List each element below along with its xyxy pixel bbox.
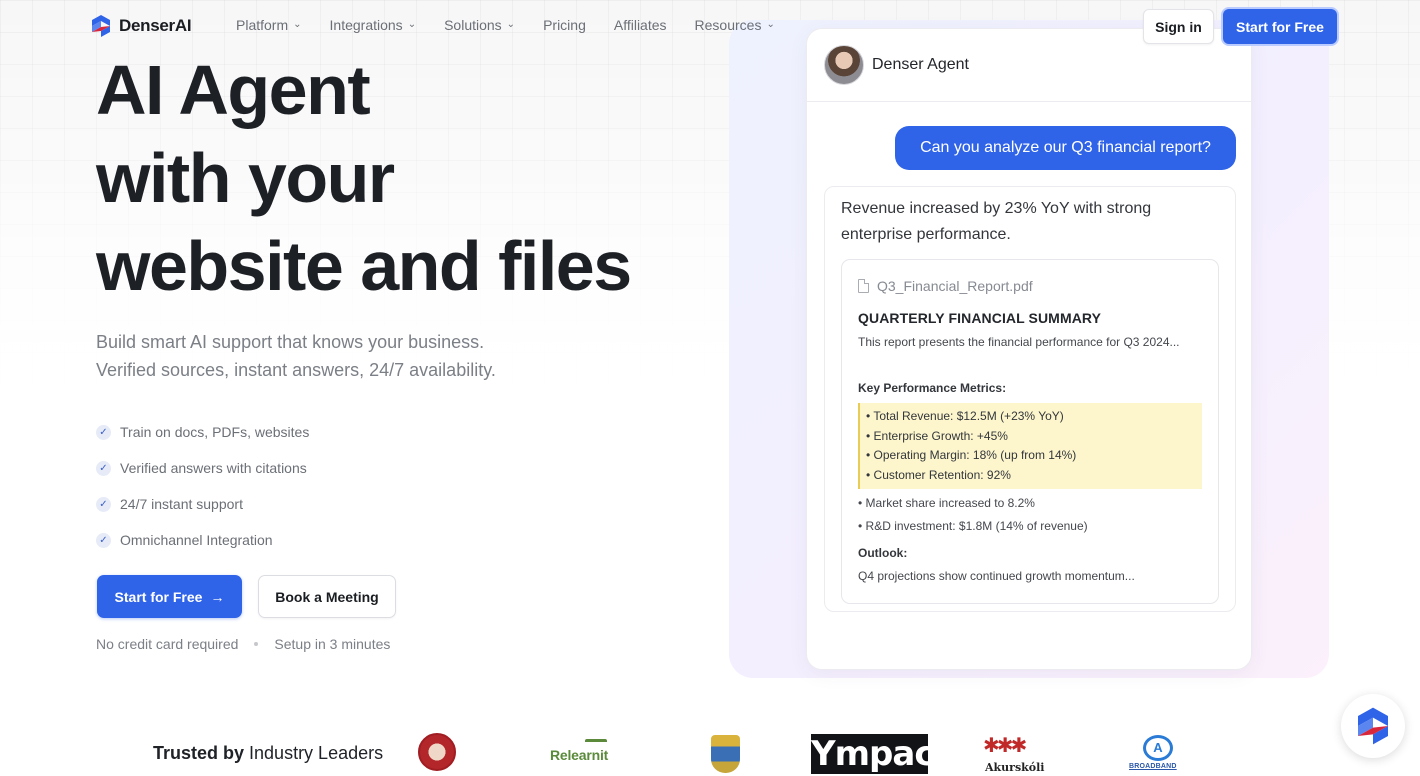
agent-reply: Revenue increased by 23% YoY with strong…	[824, 186, 1236, 612]
cta-notes: No credit card required Setup in 3 minut…	[96, 636, 390, 652]
start-free-nav-button[interactable]: Start for Free	[1223, 9, 1337, 44]
feature-item: ✓ Train on docs, PDFs, websites	[96, 414, 309, 450]
nav-resources[interactable]: Resources ⌄	[695, 17, 775, 33]
highlighted-metrics: • Total Revenue: $12.5M (+23% YoY) • Ent…	[858, 403, 1202, 489]
feature-list: ✓ Train on docs, PDFs, websites ✓ Verified…	[96, 414, 309, 558]
agent-reply-text: Revenue increased by 23% YoY with strong…	[841, 200, 1152, 243]
chat-demo-card: Denser Agent Can you analyze our Q3 fina…	[806, 28, 1252, 670]
user-message-bubble: Can you analyze our Q3 financial report?	[895, 126, 1236, 170]
nav-platform[interactable]: Platform ⌄	[236, 17, 302, 33]
denserai-logo-icon	[92, 15, 110, 37]
hero-title: AI Agent with your website and files	[96, 46, 716, 310]
feature-item: ✓ Verified answers with citations	[96, 450, 309, 486]
chat-launcher-button[interactable]	[1341, 694, 1405, 758]
relearnit-logo: Relearnit	[550, 747, 609, 763]
metric-item: • Operating Margin: 18% (up from 14%)	[866, 448, 1077, 462]
metric-item: • Enterprise Growth: +45%	[866, 428, 1008, 443]
setup-time-note: Setup in 3 minutes	[274, 636, 391, 652]
nav-pricing[interactable]: Pricing	[543, 17, 586, 33]
akurskoli-logo: ✱✱✱ Akurskóli	[983, 735, 1045, 774]
file-icon	[858, 279, 869, 293]
brand-logo[interactable]: DenserAI	[89, 14, 192, 38]
document-title: QUARTERLY FINANCIAL SUMMARY	[858, 310, 1102, 326]
hero-title-line: website and files	[96, 227, 632, 305]
check-icon: ✓	[96, 424, 111, 440]
feature-item: ✓ 24/7 instant support	[96, 486, 309, 522]
feature-item: ✓ Omnichannel Integration	[96, 522, 309, 558]
nav-solutions[interactable]: Solutions ⌄	[444, 17, 515, 33]
document-extra-metrics: • Market share increased to 8.2% • R&D i…	[858, 492, 1088, 538]
hero-title-line: AI Agent	[96, 51, 371, 129]
sign-in-button[interactable]: Sign in	[1143, 9, 1214, 44]
impact-logo: Ympact	[811, 734, 950, 774]
graduation-cap-icon	[585, 739, 607, 747]
broadband-logo: A BROADBAND	[1129, 735, 1187, 773]
crest-logo	[711, 735, 740, 773]
top-nav: DenserAI Platform ⌄ Integrations ⌄ Solutio…	[0, 0, 1420, 52]
people-figures-icon: ✱✱✱	[983, 735, 1027, 757]
citation-document-card[interactable]: Q3_Financial_Report.pdf QUARTERLY FINANC…	[841, 259, 1219, 604]
start-free-hero-button[interactable]: Start for Free →	[97, 575, 242, 618]
broadband-globe-icon: A	[1143, 735, 1173, 761]
document-intro: This report presents the financial perfo…	[858, 335, 1180, 349]
check-icon: ✓	[96, 496, 111, 512]
metric-item: • Market share increased to 8.2%	[858, 496, 1035, 510]
metric-item: • R&D investment: $1.8M (14% of revenue)	[858, 519, 1088, 533]
hero-title-line: with your	[96, 139, 395, 217]
trusted-by-heading: Trusted by Industry Leaders	[153, 743, 384, 763]
chevron-down-icon: ⌄	[766, 18, 775, 30]
document-key-heading: Key Performance Metrics:	[858, 381, 1007, 395]
main-menu: Platform ⌄ Integrations ⌄ Solutions ⌄ Prici…	[236, 17, 803, 33]
arrow-right-icon: →	[210, 588, 225, 605]
document-outlook-heading: Outlook:	[858, 546, 908, 560]
no-credit-card-note: No credit card required	[96, 636, 239, 652]
check-icon: ✓	[96, 460, 111, 476]
chevron-down-icon: ⌄	[506, 18, 516, 30]
check-icon: ✓	[96, 532, 111, 548]
metric-item: • Total Revenue: $12.5M (+23% YoY)	[866, 409, 1064, 423]
agent-name: Denser Agent	[872, 56, 969, 73]
university-seal-logo	[418, 733, 456, 771]
nav-affiliates[interactable]: Affiliates	[614, 17, 667, 33]
chevron-down-icon: ⌄	[293, 18, 302, 30]
book-meeting-button[interactable]: Book a Meeting	[258, 575, 396, 618]
document-file-name: Q3_Financial_Report.pdf	[858, 278, 1033, 294]
nav-integrations[interactable]: Integrations ⌄	[330, 17, 417, 33]
dot-separator	[254, 642, 259, 646]
brand-name: DenserAI	[119, 16, 192, 35]
document-outlook-text: Q4 projections show continued growth mom…	[858, 569, 1135, 583]
metric-item: • Customer Retention: 92%	[866, 467, 1011, 482]
denserai-logo-icon	[1358, 707, 1388, 745]
chevron-down-icon: ⌄	[407, 18, 417, 30]
hero-subtitle: Build smart AI support that knows your b…	[96, 332, 496, 380]
